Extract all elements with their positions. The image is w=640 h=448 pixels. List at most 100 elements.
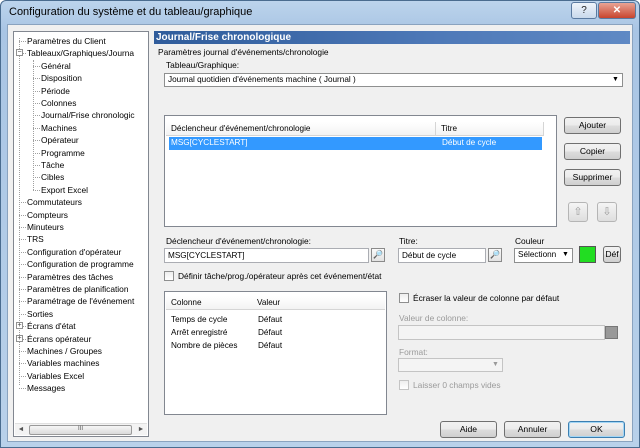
table-row[interactable]: MSG[CYCLESTART] Début de cycle <box>169 137 542 150</box>
event-title-cell: Début de cycle <box>442 138 497 147</box>
tree-item[interactable]: Machines <box>41 122 77 134</box>
format-select[interactable]: ▼ <box>398 358 503 372</box>
tree-item-label: Machines / Groupes <box>27 346 102 356</box>
tree-item[interactable]: Minuteurs <box>27 221 64 233</box>
overwrite-label: Écraser la valeur de colonne par défaut <box>413 293 560 303</box>
tree-item[interactable]: Variables machines <box>27 357 99 369</box>
color-label: Couleur <box>515 236 545 246</box>
tree-item[interactable]: Écrans d'état <box>27 320 76 332</box>
tree-item-label: Général <box>41 60 71 71</box>
tree-item-label: Machines <box>41 122 77 133</box>
column-value-input[interactable] <box>398 325 605 340</box>
tree-item[interactable]: Sorties <box>27 308 53 320</box>
title-search-icon[interactable]: 🔎 <box>488 248 502 262</box>
tree-item-label: Écrans opérateur <box>27 333 92 344</box>
events-header-title[interactable]: Titre <box>436 122 544 136</box>
overwrite-checkbox[interactable] <box>399 293 409 303</box>
tree-item[interactable]: Paramètres de planification <box>27 283 129 295</box>
leave-empty-checkbox[interactable] <box>399 380 409 390</box>
columns-list[interactable]: Colonne Valeur Temps de cycle Défaut Arrêt… <box>164 291 387 415</box>
tree-item-label: Programme <box>41 147 85 158</box>
ok-button[interactable]: OK <box>568 421 625 438</box>
tree-connector <box>19 41 26 42</box>
scroll-right-icon[interactable]: ► <box>135 424 147 436</box>
tree-item[interactable]: Général <box>41 60 71 72</box>
scroll-thumb[interactable]: III <box>29 425 132 435</box>
trigger-input[interactable]: MSG[CYCLESTART] <box>164 248 369 263</box>
tree-item[interactable]: Paramétrage de l'événement <box>27 295 134 307</box>
tree-item[interactable]: Configuration de programme <box>27 258 134 270</box>
event-trigger-cell: MSG[CYCLESTART] <box>171 138 248 147</box>
trigger-label: Déclencheur d'événement/chronologie: <box>166 236 311 246</box>
tree-item[interactable]: Tableaux/Graphiques/Journa <box>27 47 134 59</box>
define-color-button[interactable]: Déf <box>603 246 621 263</box>
tree-item-label: Paramètres du Client <box>27 36 106 46</box>
tree-item-label: Paramètres des tâches <box>27 271 114 282</box>
tree-item[interactable]: Tâche <box>41 159 64 171</box>
tree-item-label: Tableaux/Graphiques/Journa <box>27 48 135 59</box>
tree-item[interactable]: TRS <box>27 233 44 245</box>
tree-item[interactable]: Configuration d'opérateur <box>27 246 121 258</box>
tree-item[interactable]: Opérateur <box>41 134 79 146</box>
table-row[interactable]: Arrêt enregistré Défaut <box>166 327 385 339</box>
tree-item-label: Export Excel <box>41 184 89 195</box>
tree-item-label: Paramètres de planification <box>27 284 129 294</box>
chevron-down-icon[interactable]: ▼ <box>489 359 502 371</box>
tree-vertical-line <box>33 59 34 190</box>
tree-item[interactable]: Écrans opérateur <box>27 333 91 345</box>
tree-item[interactable]: Messages <box>27 382 65 394</box>
tree-item[interactable]: Période <box>41 85 70 97</box>
tree-item-label: Variables Excel <box>27 370 85 381</box>
delete-button[interactable]: Supprimer <box>564 169 621 186</box>
collapse-icon[interactable]: − <box>16 49 23 57</box>
tree-item[interactable]: Paramètres des tâches <box>27 271 113 283</box>
events-list[interactable]: Déclencheur d'événement/chronologie Titr… <box>164 115 557 227</box>
define-task-checkbox[interactable] <box>164 271 174 281</box>
column-value-browse-icon[interactable] <box>605 326 618 339</box>
copy-button[interactable]: Copier <box>564 143 621 160</box>
tree-connector <box>33 165 40 166</box>
move-down-icon[interactable]: ⇩ <box>597 202 617 222</box>
tree-connector <box>19 239 26 241</box>
add-button[interactable]: Ajouter <box>564 117 621 134</box>
tree-item[interactable]: Programme <box>41 147 85 159</box>
table-row[interactable]: Temps de cycle Défaut <box>166 314 385 326</box>
chevron-down-icon[interactable]: ▼ <box>559 249 572 261</box>
columns-header-value[interactable]: Valeur <box>252 296 385 310</box>
tree-item[interactable]: Cibles <box>41 171 64 183</box>
tree-item[interactable]: Colonnes <box>41 97 76 109</box>
tree-item[interactable]: Variables Excel <box>27 370 84 382</box>
expand-icon[interactable]: + <box>16 322 23 330</box>
close-window-button[interactable]: ✕ <box>598 2 636 19</box>
expand-icon[interactable]: + <box>16 334 23 342</box>
help-title-button[interactable]: ? <box>571 2 597 19</box>
tree-item[interactable]: Disposition <box>41 72 82 84</box>
scroll-left-icon[interactable]: ◄ <box>15 424 27 436</box>
events-header-trigger[interactable]: Déclencheur d'événement/chronologie <box>166 122 436 136</box>
title-input[interactable]: Début de cycle <box>398 248 486 263</box>
color-select[interactable]: Sélectionn ▼ <box>514 248 573 263</box>
tree-item-label: Colonnes <box>41 98 77 108</box>
tree-item-label: Messages <box>27 383 66 394</box>
dialog-body: Paramètres du Client Tableaux/Graphiques/… <box>7 24 633 442</box>
tree-item[interactable]: Commutateurs <box>27 196 82 208</box>
tree-connector <box>19 351 26 352</box>
tree-item[interactable]: Export Excel <box>41 184 88 196</box>
table-row[interactable]: Nombre de pièces Défaut <box>166 340 385 352</box>
tree-item[interactable]: Journal/Frise chronologic <box>41 109 135 121</box>
chevron-down-icon[interactable]: ▼ <box>609 74 622 86</box>
chart-select[interactable]: Journal quotidien d'événements machine (… <box>164 73 623 87</box>
tree-item[interactable]: Machines / Groupes <box>27 345 102 357</box>
settings-tree[interactable]: Paramètres du Client Tableaux/Graphiques/… <box>13 31 149 437</box>
tree-vertical-line <box>19 38 20 386</box>
columns-header-column[interactable]: Colonne <box>166 296 252 310</box>
cancel-button[interactable]: Annuler <box>504 421 561 438</box>
tree-item[interactable]: Compteurs <box>27 209 68 221</box>
trigger-search-icon[interactable]: 🔎 <box>371 248 385 262</box>
help-button[interactable]: Aide <box>440 421 497 438</box>
move-up-icon[interactable]: ⇧ <box>568 202 588 222</box>
tree-connector <box>33 127 40 129</box>
settings-panel: Journal/Frise chronologique Paramètres j… <box>154 31 630 437</box>
tree-horizontal-scrollbar[interactable]: ◄ III ► <box>15 423 147 435</box>
tree-item[interactable]: Paramètres du Client <box>27 35 106 47</box>
